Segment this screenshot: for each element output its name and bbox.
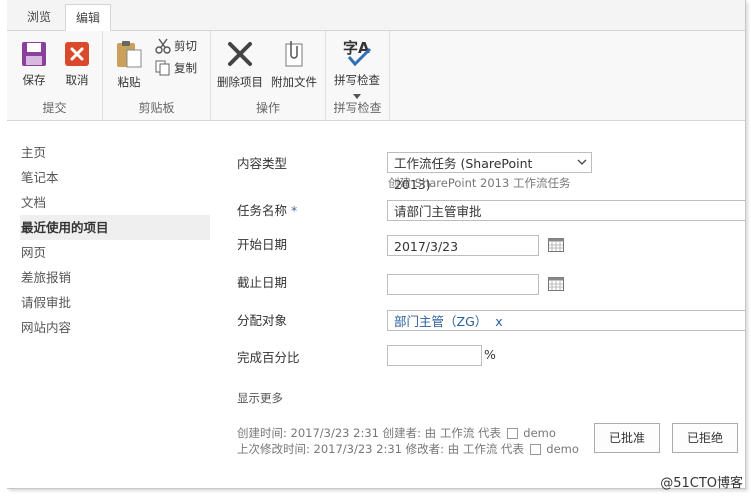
attach-file-button[interactable]: 附加文件 <box>269 39 319 90</box>
nav-item-home[interactable]: 主页 <box>20 140 210 165</box>
nav-item-documents[interactable]: 文档 <box>20 190 210 215</box>
cancel-button[interactable]: 取消 <box>62 41 92 88</box>
save-label: 保存 <box>22 73 46 87</box>
cancel-label: 取消 <box>65 73 89 87</box>
approve-button[interactable]: 已批准 <box>594 423 660 453</box>
chevron-down-icon <box>577 159 587 165</box>
content-type-hint: 创建 SharePoint 2013 工作流任务 <box>388 176 571 190</box>
cancel-icon <box>65 42 89 66</box>
nav-item-travel-expense[interactable]: 差旅报销 <box>20 265 210 290</box>
tab-browse[interactable]: 浏览 <box>17 4 61 30</box>
scissors-icon <box>155 38 171 54</box>
ribbon-group-submit: 保存 取消 提交 <box>7 31 103 120</box>
spell-check-button[interactable]: 字A 拼写检查 <box>331 37 383 102</box>
required-marker: * <box>291 203 298 218</box>
content-type-label: 内容类型 <box>237 156 288 171</box>
watermark: @51CTO博客 <box>660 476 743 491</box>
ribbon-group-label-submit: 提交 <box>42 101 67 115</box>
assigned-to-picker[interactable]: 部门主管（ZG） x <box>387 310 745 331</box>
spell-check-icon: 字A <box>343 39 372 67</box>
calendar-icon[interactable] <box>548 277 564 291</box>
nav-item-notebook[interactable]: 笔记本 <box>20 165 210 190</box>
content-type-select[interactable]: 工作流任务 (SharePoint 2013) <box>387 152 592 192</box>
reject-button[interactable]: 已拒绝 <box>672 423 738 453</box>
ribbon-group-spelling: 字A 拼写检查 拼写检查 <box>326 31 390 120</box>
assigned-to-label: 分配对象 <box>237 313 288 328</box>
ribbon-group-label-actions: 操作 <box>255 101 280 115</box>
ribbon-tabbar: 浏览 编辑 <box>7 0 745 32</box>
save-icon <box>22 42 46 66</box>
paste-button[interactable]: 粘贴 <box>113 39 145 90</box>
nav-item-recent[interactable]: 最近使用的项目 <box>20 215 210 240</box>
nav-item-site-contents[interactable]: 网站内容 <box>20 315 210 340</box>
due-date-label: 截止日期 <box>237 275 288 290</box>
modified-text: 上次修改时间: 2017/3/23 2:31 修改者: 由 工作流 代表 <box>237 442 524 456</box>
modified-info: 上次修改时间: 2017/3/23 2:31 修改者: 由 工作流 代表 dem… <box>237 441 579 457</box>
ribbon-group-actions: 删除项目 附加文件 操作 <box>211 31 326 120</box>
task-name-input[interactable]: 请部门主管审批 <box>387 200 745 221</box>
ribbon-group-label-clipboard: 剪贴板 <box>138 101 175 115</box>
ribbon-group-clipboard: 粘贴 剪切 复制 剪贴板 <box>103 31 211 120</box>
delete-x-icon <box>228 42 252 66</box>
quick-launch-nav: 主页 笔记本 文档 最近使用的项目 网页 差旅报销 请假审批 网站内容 <box>20 140 210 340</box>
task-name-label: 任务名称 * <box>237 200 297 219</box>
copy-button[interactable]: 复制 <box>155 60 197 76</box>
copy-icon <box>155 60 170 76</box>
assigned-user-entity[interactable]: 部门主管（ZG） <box>394 314 487 329</box>
created-text: 创建时间: 2017/3/23 2:31 创建者: 由 工作流 代表 <box>237 426 501 440</box>
cut-button[interactable]: 剪切 <box>155 38 197 54</box>
created-user[interactable]: demo <box>523 426 556 440</box>
created-info: 创建时间: 2017/3/23 2:31 创建者: 由 工作流 代表 demo <box>237 425 556 441</box>
ribbon: 保存 取消 提交 粘贴 剪切 复制 剪贴板 删除项目 附加文件 操作 字A 拼写… <box>7 31 745 121</box>
paste-icon <box>117 41 142 68</box>
modified-user[interactable]: demo <box>546 442 579 456</box>
save-button[interactable]: 保存 <box>19 41 49 88</box>
attachment-icon <box>285 41 303 67</box>
calendar-icon[interactable] <box>548 238 564 252</box>
due-date-input[interactable] <box>387 274 539 295</box>
presence-icon <box>506 428 518 439</box>
start-date-label: 开始日期 <box>237 237 288 252</box>
percent-complete-label: 完成百分比 <box>237 350 300 365</box>
copy-label: 复制 <box>174 61 197 75</box>
spell-check-label: 拼写检查 <box>334 73 380 87</box>
task-name-label-text: 任务名称 <box>237 203 288 218</box>
delete-item-button[interactable]: 删除项目 <box>215 39 265 90</box>
ribbon-group-label-spelling: 拼写检查 <box>333 101 382 115</box>
window: 浏览 编辑 保存 取消 提交 粘贴 剪切 复制 剪贴板 删除项目 附加文件 操作… <box>7 0 746 489</box>
percent-unit: % <box>484 347 496 362</box>
tab-edit[interactable]: 编辑 <box>65 4 112 32</box>
paste-label: 粘贴 <box>117 75 141 89</box>
attach-file-label: 附加文件 <box>271 75 317 89</box>
cut-label: 剪切 <box>174 39 197 53</box>
show-more-link[interactable]: 显示更多 <box>237 390 283 406</box>
start-date-input[interactable]: 2017/3/23 <box>387 235 539 256</box>
delete-item-label: 删除项目 <box>217 75 263 89</box>
remove-user-icon[interactable]: x <box>495 314 502 329</box>
nav-item-leave-approval[interactable]: 请假审批 <box>20 290 210 315</box>
presence-icon <box>529 444 541 455</box>
percent-complete-input[interactable] <box>387 345 482 366</box>
nav-item-pages[interactable]: 网页 <box>20 240 210 265</box>
